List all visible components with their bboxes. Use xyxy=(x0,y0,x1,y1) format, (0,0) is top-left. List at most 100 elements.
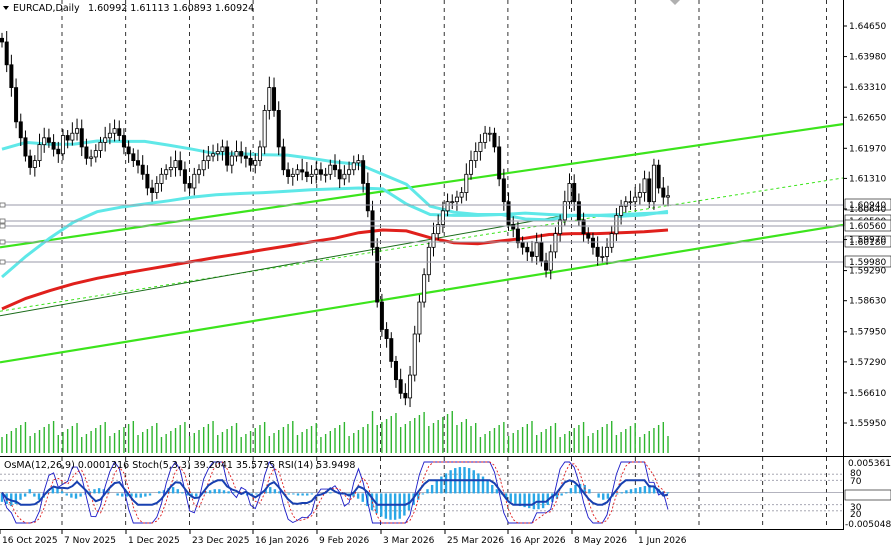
candle-bull xyxy=(426,246,431,276)
candle-bear xyxy=(9,64,14,89)
candle-bull xyxy=(192,173,197,189)
candle-bull xyxy=(98,141,103,151)
candle-bear xyxy=(14,87,19,123)
candle-bear xyxy=(28,155,33,168)
candle-bear xyxy=(384,329,389,339)
candle-bear xyxy=(65,135,70,141)
candle-bear xyxy=(332,164,337,171)
candle-bull xyxy=(215,151,220,155)
candle-bear xyxy=(365,183,370,212)
candle-bear xyxy=(136,160,141,166)
price-pane[interactable]: 1.609401.605901.605601.601801.59980 xyxy=(0,0,891,455)
candle-bear xyxy=(79,128,84,148)
indicator-scale-label: -0.00504809 xyxy=(845,520,891,530)
candle-bear xyxy=(23,137,28,157)
candle-bull xyxy=(112,128,117,134)
candle-bull xyxy=(75,128,80,134)
candle-bear xyxy=(529,251,534,257)
symbol-label: EURCAD,Daily xyxy=(13,3,80,14)
candle-bull xyxy=(351,162,356,171)
candle-bear xyxy=(248,157,253,166)
candle-bear xyxy=(281,146,286,171)
candle-bear xyxy=(595,246,600,257)
candle-bull xyxy=(483,132,488,143)
candle-bull xyxy=(201,160,206,171)
candle-bull xyxy=(267,87,272,111)
candle-bull xyxy=(548,251,553,271)
date-tick-label: 7 Nov 2025 xyxy=(64,536,116,546)
candle-bear xyxy=(586,233,591,239)
candle-bull xyxy=(619,205,624,216)
candle-bear xyxy=(375,246,380,303)
candle-bull xyxy=(431,233,436,248)
candle-bear xyxy=(182,169,187,184)
candle-bull xyxy=(558,219,563,235)
price-level-marker xyxy=(0,239,6,245)
candle-bull xyxy=(342,173,347,180)
candle-bear xyxy=(286,169,291,177)
date-tick-label: 8 May 2026 xyxy=(574,536,627,546)
candle-bull xyxy=(666,195,671,198)
candle-bull xyxy=(600,256,605,258)
candle-bull xyxy=(42,137,47,146)
price-tick-label: 1.62650 xyxy=(849,113,886,123)
price-level-label: 1.60560 xyxy=(849,222,886,232)
candle-bull xyxy=(211,153,216,157)
candle-bear xyxy=(140,164,145,175)
candle-bull xyxy=(412,333,417,376)
candle-bull xyxy=(295,169,300,175)
candle-bear xyxy=(647,178,652,203)
price-tick-label: 1.58630 xyxy=(849,297,886,307)
candle-bull xyxy=(257,146,262,162)
price-level-marker xyxy=(0,223,6,229)
candle-bear xyxy=(520,242,525,248)
candle-bull xyxy=(314,169,319,175)
date-tick-label: 23 Dec 2025 xyxy=(192,536,250,546)
candle-bull xyxy=(328,164,333,175)
indicator-scale-label: 70 xyxy=(850,477,862,487)
candle-bear xyxy=(178,160,183,171)
indicator-current-box xyxy=(844,489,891,501)
candle-bull xyxy=(206,155,211,162)
candle-bear xyxy=(150,187,155,193)
candle-bull xyxy=(445,201,450,212)
price-tick-label: 1.61970 xyxy=(849,144,886,154)
candle-bear xyxy=(590,237,595,248)
candle-bull xyxy=(633,196,638,203)
candle-bull xyxy=(637,192,642,198)
candle-bear xyxy=(187,183,192,189)
price-tick-label: 1.63980 xyxy=(849,53,886,63)
candle-bear xyxy=(492,132,497,148)
candle-bull xyxy=(651,164,656,203)
candle-bull xyxy=(422,274,427,303)
candle-bull xyxy=(642,178,647,193)
candle-bull xyxy=(107,132,112,139)
candle-bull xyxy=(32,160,37,168)
candle-bull xyxy=(440,210,445,225)
candle-bear xyxy=(318,169,323,175)
chart-window[interactable]: 1.609401.605901.605601.601801.59980 1.64… xyxy=(0,0,891,552)
candle-bull xyxy=(609,233,614,248)
date-tick-label: 16 Jan 2026 xyxy=(255,536,309,546)
candle-bull xyxy=(234,151,239,157)
candle-bear xyxy=(145,173,150,189)
candle-bull xyxy=(562,201,567,221)
candle-bear xyxy=(121,135,126,148)
candle-bull xyxy=(478,141,483,152)
candle-bear xyxy=(225,146,230,166)
candle-bull xyxy=(473,151,478,162)
candle-bull xyxy=(454,196,459,203)
candle-bull xyxy=(262,110,267,148)
candle-bull xyxy=(469,160,474,175)
candle-bull xyxy=(89,156,94,159)
candle-bull xyxy=(459,192,464,198)
candle-bull xyxy=(323,173,328,176)
ohlc-values: 1.60992 1.61113 1.60893 1.60924 xyxy=(88,3,254,14)
candle-bear xyxy=(51,141,56,150)
date-tick-label: 3 Mar 2026 xyxy=(383,536,435,546)
price-tick-label: 1.57950 xyxy=(849,328,886,338)
candle-bull xyxy=(229,155,234,166)
candle-bull xyxy=(70,132,75,141)
candle-bear xyxy=(576,201,581,221)
candle-bull xyxy=(173,160,178,168)
